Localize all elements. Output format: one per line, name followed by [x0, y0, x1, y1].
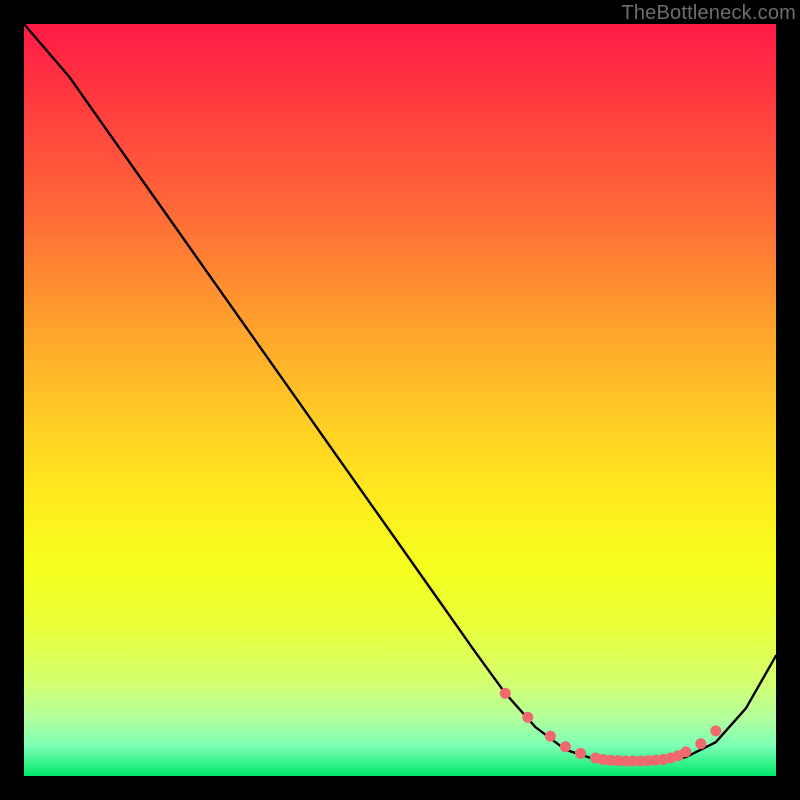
marker-dot [545, 731, 556, 742]
marker-dot [560, 741, 571, 752]
marker-dot [680, 746, 691, 757]
chart-frame [24, 24, 776, 776]
marker-dot [710, 725, 721, 736]
marker-dots [500, 688, 722, 767]
bottleneck-curve [24, 24, 776, 761]
watermark-text: TheBottleneck.com [621, 2, 796, 25]
marker-dot [500, 688, 511, 699]
marker-dot [575, 748, 586, 759]
marker-dot [695, 738, 706, 749]
line-chart [24, 24, 776, 776]
marker-dot [522, 712, 533, 723]
